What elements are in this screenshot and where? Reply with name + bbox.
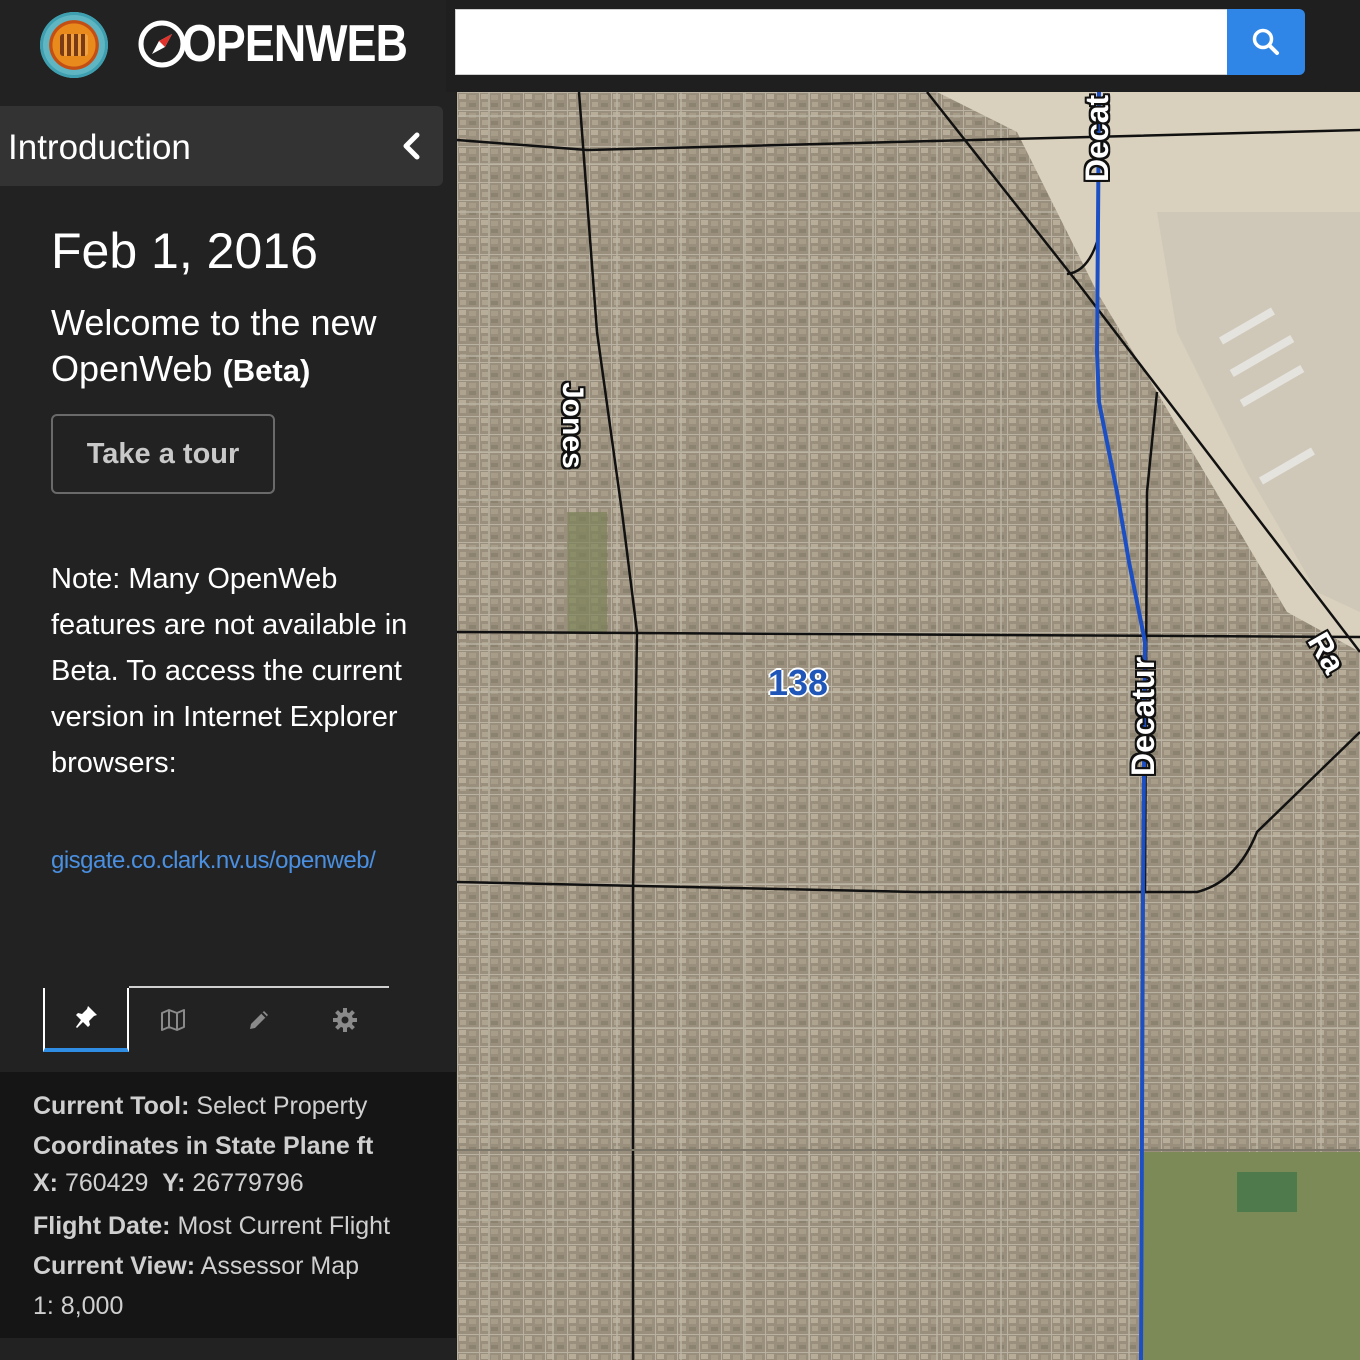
beta-note: Note: Many OpenWeb features are not avai… xyxy=(51,563,408,779)
gear-icon xyxy=(333,1008,357,1032)
pin-icon xyxy=(76,1006,97,1028)
openweb-app: OPENWEB Introduction Feb 1, 2016 Welcome… xyxy=(0,0,1360,1360)
welcome-line2: OpenWeb xyxy=(51,348,213,389)
welcome-line1: Welcome to the new xyxy=(51,302,377,343)
tab-pin[interactable] xyxy=(43,986,129,1052)
aerial-map-layer xyxy=(457,92,1360,1360)
road-label-decatur: Decatur xyxy=(1125,656,1161,776)
section-header[interactable]: Introduction xyxy=(0,106,443,186)
coords-header: Coordinates in State Plane ft xyxy=(33,1126,456,1166)
sidebar: OPENWEB Introduction Feb 1, 2016 Welcome… xyxy=(0,0,456,1360)
assessor-map-number: 138 xyxy=(768,662,829,703)
tab-draw[interactable] xyxy=(216,988,302,1052)
y-value: 26779796 xyxy=(192,1169,304,1197)
current-tool-line: Current Tool: Select Property xyxy=(33,1086,456,1126)
logo-text: OPENWEB xyxy=(182,15,408,73)
panel-tabs xyxy=(43,986,389,1052)
chevron-left-icon[interactable] xyxy=(399,130,423,162)
flight-date-line: Flight Date: Most Current Flight xyxy=(33,1206,456,1246)
search-icon xyxy=(1252,28,1279,55)
search-button[interactable] xyxy=(1227,9,1305,75)
take-a-tour-button[interactable]: Take a tour xyxy=(51,414,275,494)
welcome-text: Welcome to the new OpenWeb (Beta) xyxy=(51,300,431,394)
tab-map[interactable] xyxy=(130,988,216,1052)
flight-value: Most Current Flight xyxy=(177,1212,391,1240)
brand: OPENWEB xyxy=(0,0,456,92)
status-panel: Current Tool: Select Property Coordinate… xyxy=(0,1072,456,1338)
coords-line: X: 760429 Y: 26779796 xyxy=(33,1166,456,1200)
compass-logo-icon xyxy=(138,20,186,68)
map-scale: 1: 8,000 xyxy=(33,1292,124,1320)
search-bar xyxy=(446,0,1326,92)
tab-settings[interactable] xyxy=(302,988,388,1052)
x-label: X: xyxy=(33,1169,58,1197)
view-label: Current View: xyxy=(33,1252,196,1280)
current-view-line: Current View: Assessor Map xyxy=(33,1246,456,1286)
search-input[interactable] xyxy=(455,9,1228,75)
legacy-openweb-link[interactable]: gisgate.co.clark.nv.us/openweb/ xyxy=(51,847,376,875)
county-seal-logo xyxy=(40,12,108,78)
tool-value: Select Property xyxy=(196,1092,368,1120)
intro-date: Feb 1, 2016 xyxy=(51,223,318,279)
pencil-icon xyxy=(250,1011,268,1029)
x-value: 760429 xyxy=(64,1169,149,1197)
road-label-jones: Jones xyxy=(556,382,589,469)
y-label: Y: xyxy=(162,1169,186,1197)
coords-label: Coordinates in State Plane ft xyxy=(33,1132,374,1160)
section-title: Introduction xyxy=(8,128,191,167)
view-value: Assessor Map xyxy=(200,1252,360,1280)
road-label-decatur-top: Decat xyxy=(1079,94,1115,182)
map-view[interactable]: Jones Decat Decatur Ra 138 xyxy=(457,92,1360,1360)
beta-label: (Beta) xyxy=(222,353,311,388)
flight-label: Flight Date: xyxy=(33,1212,171,1240)
tool-label: Current Tool: xyxy=(33,1092,190,1120)
map-icon xyxy=(161,1009,185,1031)
